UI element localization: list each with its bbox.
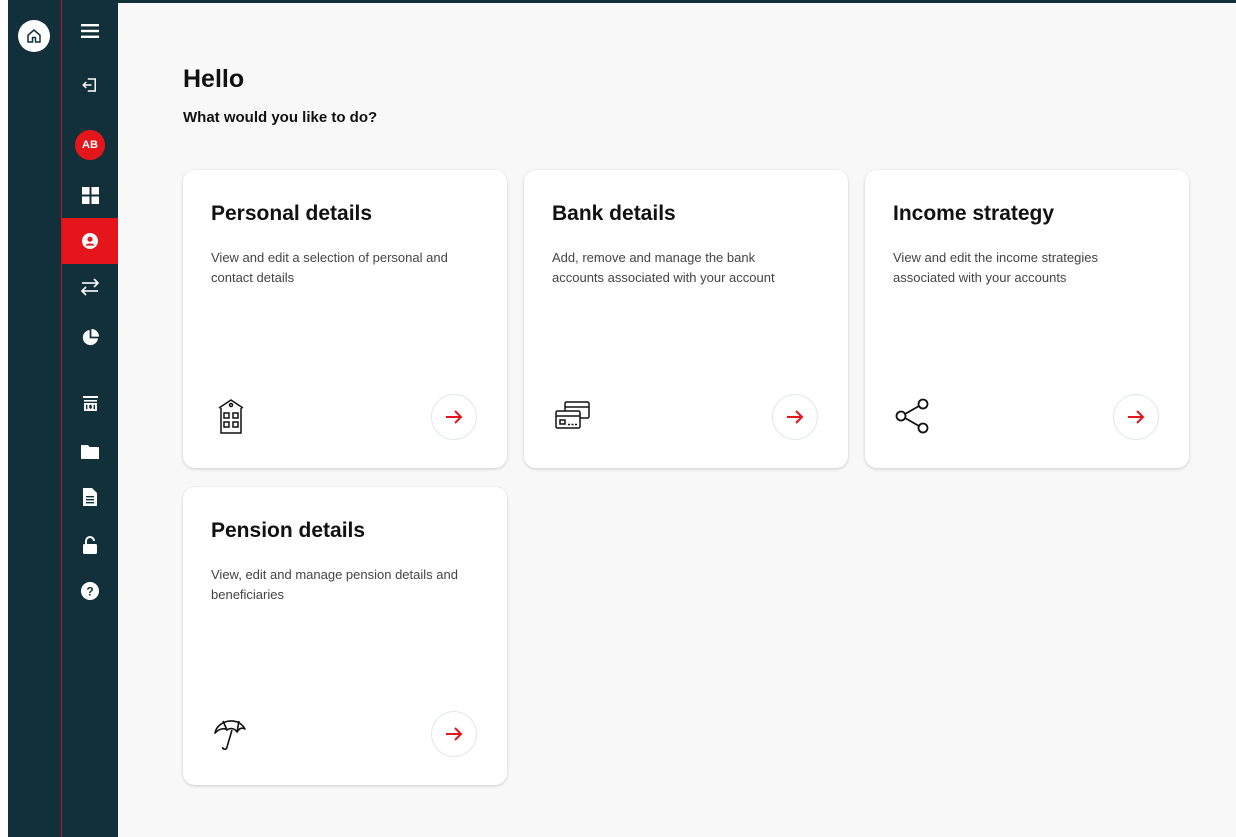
card-description: Add, remove and manage the bank accounts… — [552, 250, 775, 285]
card-arrow-button[interactable] — [1113, 394, 1159, 440]
arrow-right-icon — [1128, 410, 1145, 424]
page-title: Hello — [183, 65, 245, 93]
building-icon — [218, 399, 244, 434]
bank-icon — [82, 395, 98, 411]
menu-icon — [81, 24, 99, 38]
arrow-right-icon — [787, 410, 804, 424]
card-title: Bank details — [552, 202, 676, 225]
home-rail — [8, 0, 62, 837]
logout-icon — [82, 78, 96, 92]
help-icon: ? — [81, 582, 99, 600]
home-button[interactable] — [18, 20, 50, 52]
svg-text:?: ? — [86, 585, 93, 599]
sidebar-item-help[interactable]: ? — [62, 568, 118, 614]
folder-icon — [81, 444, 99, 459]
unlock-icon — [83, 536, 97, 554]
left-edge — [0, 0, 8, 837]
card-description: View, edit and manage pension details an… — [211, 567, 458, 602]
page-subtitle: What would you like to do? — [183, 109, 378, 126]
dashboard-icon — [81, 186, 99, 204]
card-income-strategy[interactable]: Income strategy View and edit the income… — [865, 170, 1189, 468]
card-title: Pension details — [211, 519, 366, 542]
umbrella-icon — [214, 720, 246, 751]
card-title: Personal details — [211, 202, 373, 225]
sidebar-item-profile[interactable] — [62, 218, 118, 264]
sidebar-item-documents[interactable] — [62, 474, 118, 520]
sidebar: AB ? — [62, 0, 118, 837]
card-description: View and edit a selection of personal an… — [211, 250, 448, 285]
main-content: Hello What would you like to do? Persona… — [118, 0, 1236, 837]
card-arrow-button[interactable] — [772, 394, 818, 440]
menu-button[interactable] — [62, 8, 118, 54]
sidebar-item-security[interactable] — [62, 522, 118, 568]
card-description: View and edit the income strategies asso… — [893, 250, 1098, 285]
pie-chart-icon — [82, 328, 99, 345]
transfer-icon — [80, 278, 100, 296]
card-pension-details[interactable]: Pension details View, edit and manage pe… — [183, 487, 507, 785]
arrow-right-icon — [446, 410, 463, 424]
sidebar-item-investments[interactable] — [62, 314, 118, 360]
bank-card-icon — [555, 401, 590, 429]
sidebar-item-dashboard[interactable] — [62, 172, 118, 218]
card-bank-details[interactable]: Bank details Add, remove and manage the … — [524, 170, 848, 468]
share-icon — [895, 398, 929, 434]
card-personal-details[interactable]: Personal details View and edit a selecti… — [183, 170, 507, 468]
profile-icon — [82, 233, 98, 249]
sidebar-item-bank[interactable] — [62, 380, 118, 426]
logout-button[interactable] — [62, 62, 118, 108]
card-arrow-button[interactable] — [431, 711, 477, 757]
arrow-right-icon — [446, 727, 463, 741]
profile-avatar-button[interactable]: AB — [62, 122, 118, 168]
card-title: Income strategy — [893, 202, 1055, 225]
card-arrow-button[interactable] — [431, 394, 477, 440]
avatar: AB — [75, 130, 105, 160]
home-icon — [27, 29, 41, 43]
document-icon — [83, 488, 97, 506]
sidebar-item-documents-folder[interactable] — [62, 428, 118, 474]
sidebar-item-transfers[interactable] — [62, 264, 118, 310]
